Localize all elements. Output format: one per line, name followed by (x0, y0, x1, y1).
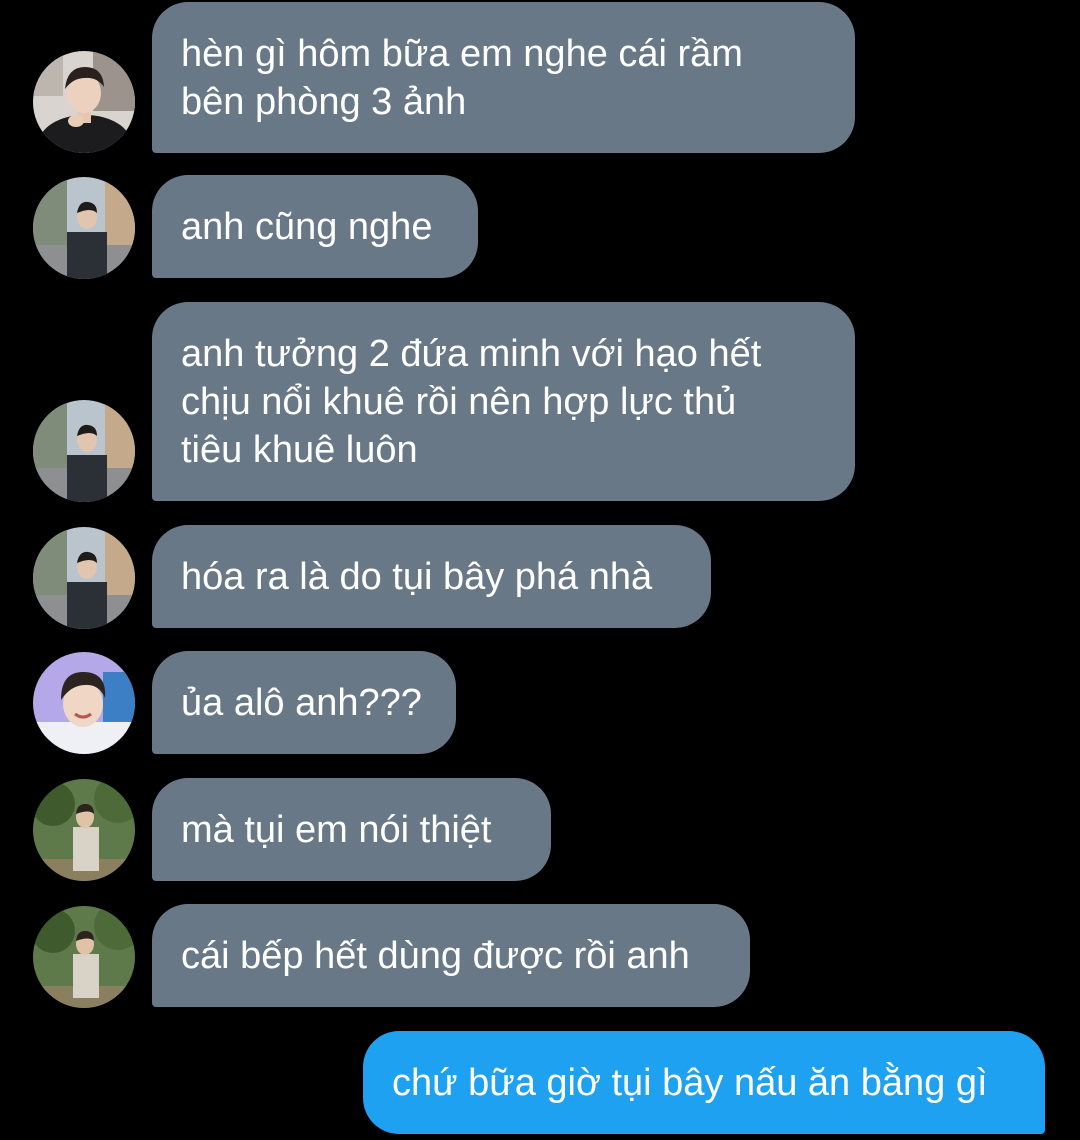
message-bubble[interactable]: hèn gì hôm bữa em nghe cái rầm bên phòng… (152, 2, 855, 153)
avatar[interactable] (33, 652, 135, 754)
avatar-smiling-icon (33, 652, 135, 754)
message-bubble[interactable]: anh tưởng 2 đứa minh với hạo hết chịu nổ… (152, 302, 855, 501)
chat-thread: hèn gì hôm bữa em nghe cái rầm bên phòng… (0, 0, 1080, 1140)
message-bubble[interactable]: hóa ra là do tụi bây phá nhà (152, 525, 711, 628)
avatar[interactable] (33, 527, 135, 629)
avatar[interactable] (33, 400, 135, 502)
avatar[interactable] (33, 51, 135, 153)
message-bubble-outgoing[interactable]: chứ bữa giờ tụi bây nấu ăn bằng gì (363, 1031, 1045, 1134)
message-bubble[interactable]: ủa alô anh??? (152, 651, 456, 754)
avatar[interactable] (33, 906, 135, 1008)
avatar-street-icon (33, 177, 135, 279)
message-bubble[interactable]: cái bếp hết dùng được rồi anh (152, 904, 750, 1007)
avatar-street-icon (33, 400, 135, 502)
avatar[interactable] (33, 779, 135, 881)
message-bubble[interactable]: anh cũng nghe (152, 175, 478, 278)
avatar-park-icon (33, 779, 135, 881)
avatar[interactable] (33, 177, 135, 279)
message-bubble[interactable]: mà tụi em nói thiệt (152, 778, 551, 881)
avatar-street-icon (33, 527, 135, 629)
avatar-park-icon (33, 906, 135, 1008)
avatar-dark-jacket-icon (33, 51, 135, 153)
